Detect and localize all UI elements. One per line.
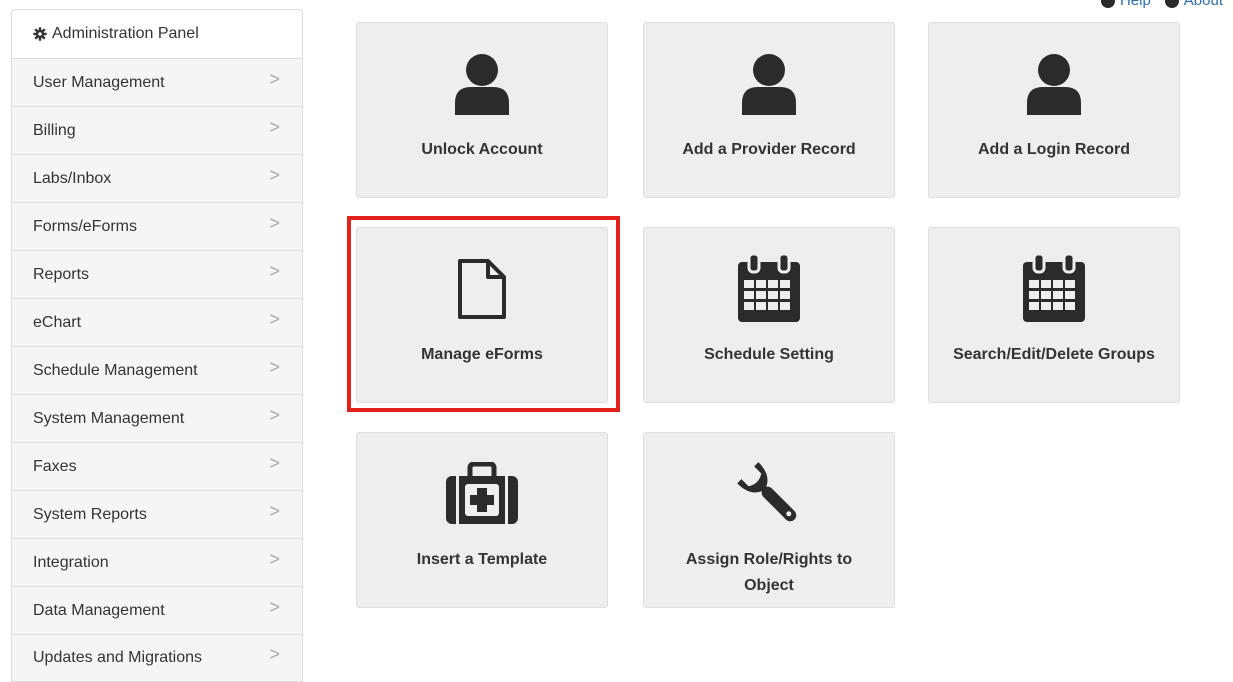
- admin-sidebar: Administration Panel User Management > B…: [11, 9, 303, 682]
- help-link[interactable]: Help: [1100, 0, 1151, 9]
- tile-insert-template[interactable]: Insert a Template: [356, 432, 608, 608]
- chevron-right-icon: >: [269, 260, 280, 281]
- sidebar-header-label: Administration Panel: [52, 25, 199, 42]
- tile-manage-eforms[interactable]: Manage eForms: [356, 227, 608, 403]
- chevron-right-icon: >: [269, 500, 280, 521]
- sidebar-item-label: Labs/Inbox: [33, 169, 112, 187]
- sidebar-item-echart[interactable]: eChart >: [11, 298, 303, 346]
- tile-label: Add a Provider Record: [682, 141, 856, 158]
- tile-schedule-setting[interactable]: Schedule Setting: [643, 227, 895, 403]
- sidebar-item-label: System Management: [33, 409, 185, 427]
- gear-icon: [33, 27, 47, 41]
- sidebar-item-integration[interactable]: Integration >: [11, 538, 303, 586]
- sidebar-item-faxes[interactable]: Faxes >: [11, 442, 303, 490]
- sidebar-item-label: eChart: [33, 313, 82, 331]
- about-link-label: About: [1183, 0, 1223, 9]
- sidebar-item-forms-eforms[interactable]: Forms/eForms >: [11, 202, 303, 250]
- chevron-right-icon: >: [269, 212, 280, 233]
- sidebar-item-label: Updates and Migrations: [33, 649, 202, 666]
- sidebar-item-label: Forms/eForms: [33, 217, 137, 235]
- tile-label: Manage eForms: [421, 346, 543, 363]
- calendar-icon: [736, 254, 802, 322]
- document-icon: [456, 256, 508, 322]
- tile-label: Insert a Template: [416, 551, 548, 568]
- sidebar-item-labs-inbox[interactable]: Labs/Inbox >: [11, 154, 303, 202]
- tile-add-provider-record[interactable]: Add a Provider Record: [643, 22, 895, 198]
- sidebar-item-label: Billing: [33, 121, 76, 139]
- medical-kit-icon: [444, 461, 520, 527]
- help-icon: [1100, 0, 1115, 8]
- sidebar-item-data-management[interactable]: Data Management >: [11, 586, 303, 634]
- sidebar-header: Administration Panel: [11, 9, 303, 58]
- chevron-right-icon: >: [269, 308, 280, 329]
- sidebar-item-label: User Management: [33, 73, 165, 91]
- chevron-right-icon: >: [269, 596, 280, 617]
- tile-search-edit-delete-groups[interactable]: Search/Edit/Delete Groups: [928, 227, 1180, 403]
- tile-label: Assign Role/Rights to Object: [685, 551, 853, 594]
- sidebar-item-label: System Reports: [33, 505, 147, 523]
- sidebar-item-reports[interactable]: Reports >: [11, 250, 303, 298]
- user-icon: [453, 51, 511, 117]
- sidebar-item-billing[interactable]: Billing >: [11, 106, 303, 154]
- about-link[interactable]: About: [1164, 0, 1223, 9]
- top-links: Help About: [1100, 0, 1223, 9]
- sidebar-item-label: Data Management: [33, 601, 165, 619]
- chevron-right-icon: >: [269, 356, 280, 377]
- info-icon: [1164, 0, 1179, 8]
- sidebar-item-label: Reports: [33, 265, 90, 283]
- sidebar-item-system-management[interactable]: System Management >: [11, 394, 303, 442]
- tile-label: Search/Edit/Delete Groups: [953, 346, 1155, 363]
- tile-unlock-account[interactable]: Unlock Account: [356, 22, 608, 198]
- chevron-right-icon: >: [269, 404, 280, 425]
- tile-label: Add a Login Record: [978, 141, 1130, 158]
- chevron-right-icon: >: [269, 68, 280, 89]
- user-icon: [1025, 51, 1083, 117]
- sidebar-item-label: Integration: [33, 553, 109, 571]
- sidebar-item-label: Faxes: [33, 457, 77, 475]
- chevron-right-icon: >: [269, 164, 280, 185]
- help-link-label: Help: [1119, 0, 1151, 9]
- chevron-right-icon: >: [269, 452, 280, 473]
- sidebar-item-user-management[interactable]: User Management >: [11, 58, 303, 106]
- sidebar-item-updates-and-migrations[interactable]: Updates and Migrations >: [11, 634, 303, 682]
- tile-label: Unlock Account: [421, 141, 543, 158]
- tile-assign-role-rights[interactable]: Assign Role/Rights to Object: [643, 432, 895, 608]
- wrench-icon: [734, 461, 804, 527]
- calendar-icon: [1021, 254, 1087, 322]
- user-icon: [740, 51, 798, 117]
- chevron-right-icon: >: [269, 548, 280, 569]
- tile-label: Schedule Setting: [704, 346, 834, 363]
- sidebar-item-label: Schedule Management: [33, 361, 198, 379]
- sidebar-item-system-reports[interactable]: System Reports >: [11, 490, 303, 538]
- tile-add-login-record[interactable]: Add a Login Record: [928, 22, 1180, 198]
- chevron-right-icon: >: [269, 644, 280, 664]
- sidebar-item-schedule-management[interactable]: Schedule Management >: [11, 346, 303, 394]
- chevron-right-icon: >: [269, 116, 280, 137]
